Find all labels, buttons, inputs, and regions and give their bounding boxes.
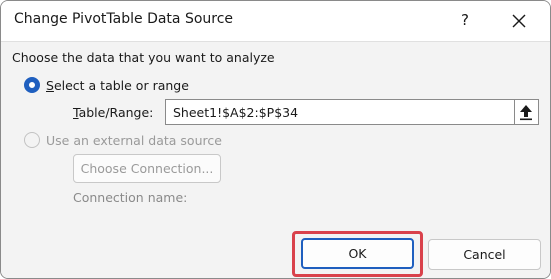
collapse-dialog-button[interactable]	[514, 100, 538, 124]
table-range-label-text: able/Range:	[78, 105, 154, 120]
select-table-range-radio[interactable]	[24, 77, 40, 93]
prompt-text: Choose the data that you want to analyze	[12, 50, 275, 65]
select-table-range-accesskey: S	[46, 78, 54, 93]
help-button[interactable]: ?	[453, 7, 477, 33]
collapse-dialog-icon	[520, 105, 532, 121]
table-range-value[interactable]: Sheet1!$A$2:$P$34	[173, 105, 298, 120]
connection-name-label: Connection name:	[73, 190, 188, 205]
cancel-button[interactable]: Cancel	[428, 239, 541, 270]
dialog-body: Choose the data that you want to analyze…	[1, 41, 550, 278]
table-range-input[interactable]: Sheet1!$A$2:$P$34	[165, 99, 539, 125]
close-icon	[512, 14, 526, 28]
change-pivottable-data-source-dialog: Change PivotTable Data Source ? Choose t…	[0, 0, 551, 279]
ok-button[interactable]: OK	[301, 238, 414, 269]
title-bar: Change PivotTable Data Source ?	[1, 1, 550, 41]
choose-connection-button: Choose Connection...	[73, 154, 221, 183]
table-range-field-label: Table/Range:	[73, 105, 153, 120]
select-table-range-label[interactable]: Select a table or range	[46, 78, 189, 93]
external-data-source-radio	[24, 132, 40, 148]
select-table-range-label-text: elect a table or range	[53, 78, 189, 93]
close-button[interactable]	[507, 9, 531, 33]
external-data-source-label: Use an external data source	[46, 133, 222, 148]
dialog-title: Change PivotTable Data Source	[14, 11, 234, 27]
